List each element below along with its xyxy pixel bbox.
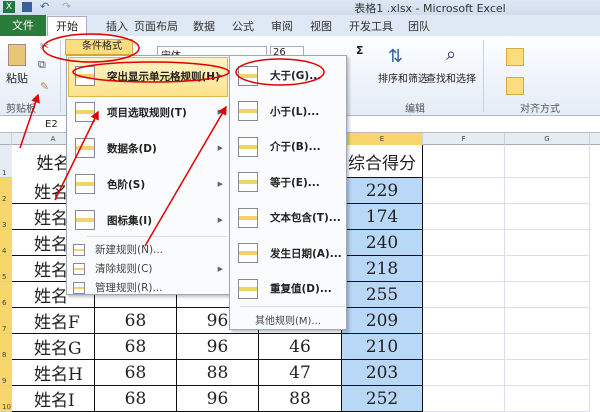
annotation-ellipse	[72, 61, 230, 83]
annotation-arrow	[54, 110, 99, 201]
annotation-arrow	[19, 93, 40, 149]
annotation-ellipse	[42, 33, 140, 63]
annotation-ellipse	[235, 58, 325, 86]
annotation-arrow	[144, 105, 227, 247]
red-annotations	[19, 33, 325, 247]
